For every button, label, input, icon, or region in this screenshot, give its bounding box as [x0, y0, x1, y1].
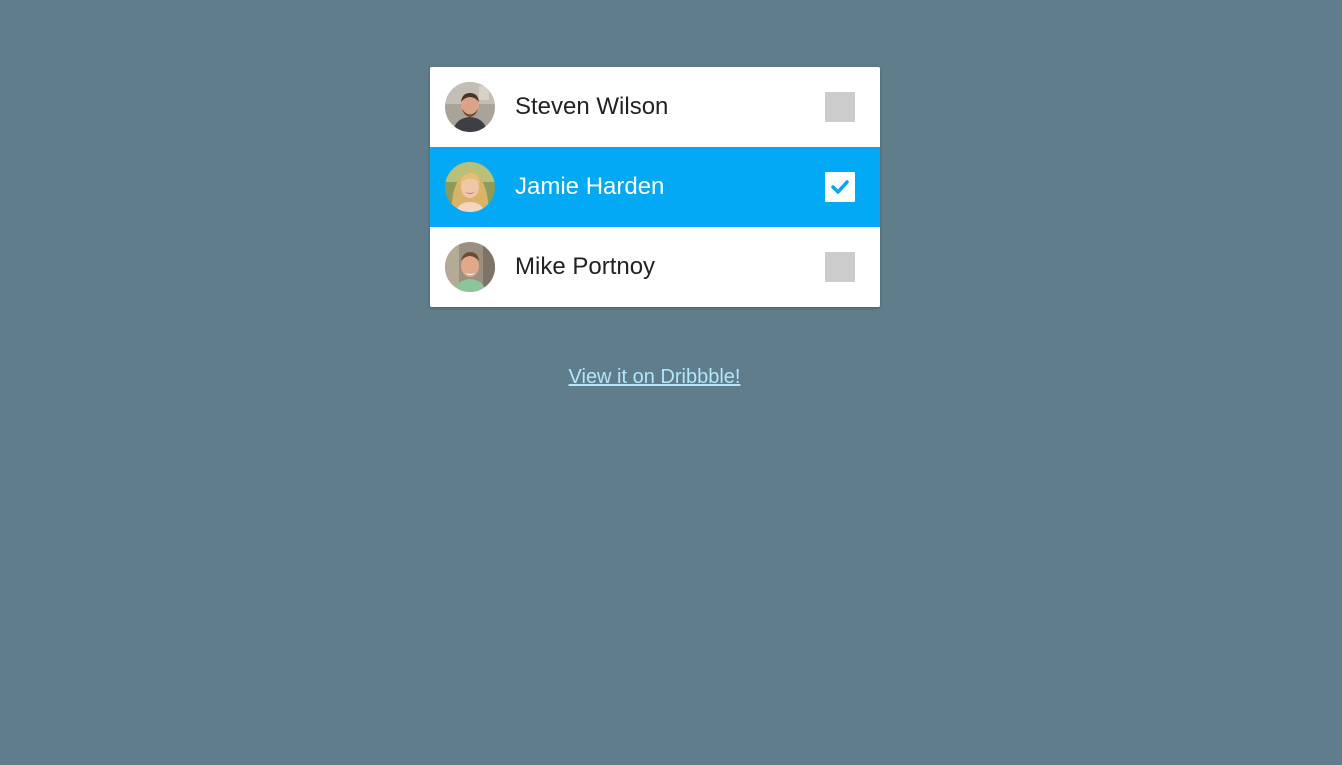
user-row-mike-portnoy[interactable]: Mike Portnoy: [430, 227, 880, 307]
avatar: [445, 162, 495, 212]
check-icon: [831, 180, 849, 194]
link-container: View it on Dribbble!: [0, 366, 1309, 389]
dribbble-link[interactable]: View it on Dribbble!: [569, 366, 741, 388]
avatar: [445, 242, 495, 292]
user-name: Jamie Harden: [515, 173, 665, 200]
page: Steven Wilson Jamie Harden Mike Portnoy …: [0, 0, 1342, 765]
user-list-card: Steven Wilson Jamie Harden Mike Portnoy: [430, 67, 880, 307]
user-row-jamie-harden[interactable]: Jamie Harden: [430, 147, 880, 227]
avatar: [445, 82, 495, 132]
user-row-steven-wilson[interactable]: Steven Wilson: [430, 67, 880, 147]
user-name: Mike Portnoy: [515, 253, 656, 280]
user-name: Steven Wilson: [515, 93, 669, 120]
select-checkbox[interactable]: [825, 172, 855, 202]
select-checkbox[interactable]: [825, 252, 855, 282]
select-checkbox[interactable]: [825, 92, 855, 122]
